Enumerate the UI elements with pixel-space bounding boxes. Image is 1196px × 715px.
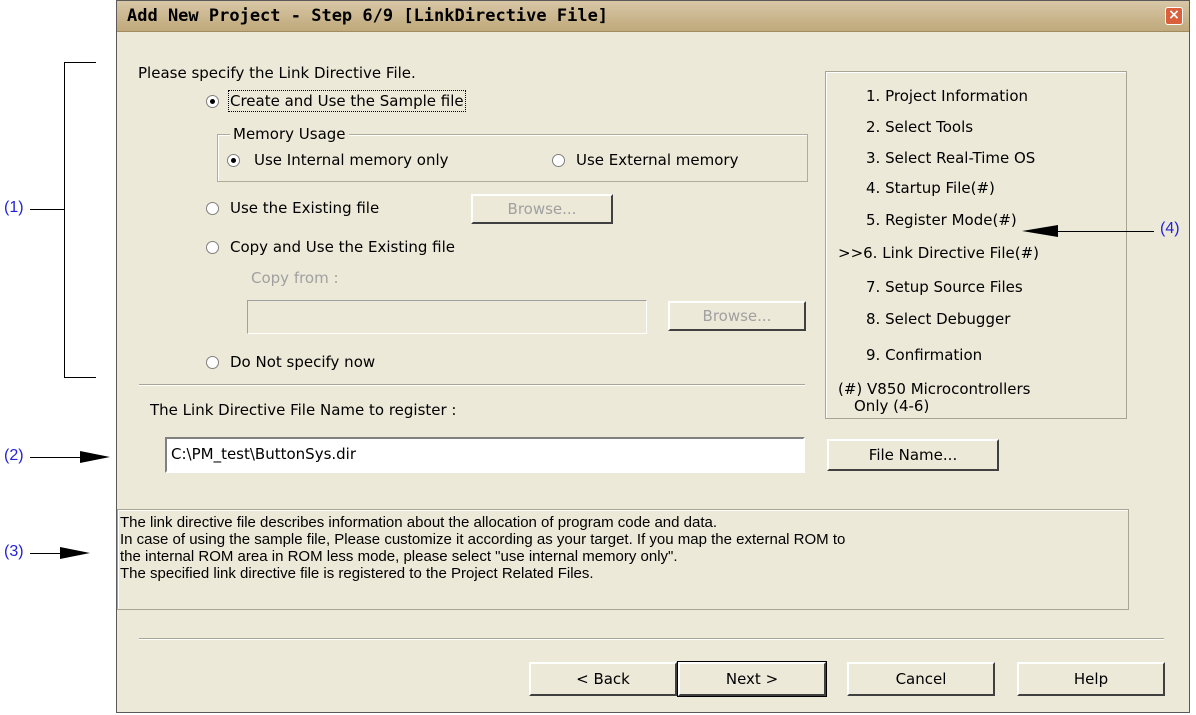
step-item: 9. Confirmation (866, 346, 983, 364)
radio-use-existing[interactable] (206, 202, 219, 215)
add-new-project-dialog: Add New Project - Step 6/9 [LinkDirectiv… (116, 0, 1190, 713)
annotation-4-label: (4) (1160, 220, 1180, 237)
radio-do-not-specify-label[interactable]: Do Not specify now (230, 353, 375, 371)
step-item: 5. Register Mode(#) (866, 211, 1017, 229)
file-name-button[interactable]: File Name... (827, 439, 999, 471)
radio-create-sample[interactable] (206, 95, 219, 108)
radio-external-memory[interactable] (552, 154, 565, 167)
close-icon[interactable]: × (1165, 7, 1183, 25)
radio-internal-memory[interactable] (227, 154, 240, 167)
link-directive-filename-input[interactable]: C:\PM_test\ButtonSys.dir (165, 437, 805, 473)
step-item: 1. Project Information (866, 87, 1028, 105)
annotation-1-bracket-bottom (64, 377, 96, 378)
radio-copy-existing-label[interactable]: Copy and Use the Existing file (230, 238, 455, 256)
prompt-text: Please specify the Link Directive File. (138, 64, 416, 82)
register-label: The Link Directive File Name to register… (150, 401, 457, 419)
radio-internal-memory-label[interactable]: Use Internal memory only (254, 151, 449, 169)
steps-footnote-line2: Only (4-6) (854, 397, 930, 415)
step-item: 3. Select Real-Time OS (866, 149, 1036, 167)
annotation-2-arrowhead (80, 451, 110, 463)
window-title: Add New Project - Step 6/9 [LinkDirectiv… (127, 6, 609, 26)
steps-panel: 1. Project Information 2. Select Tools 3… (825, 71, 1127, 419)
browse-copy-button[interactable]: Browse... (668, 301, 806, 331)
radio-create-sample-label[interactable]: Create and Use the Sample file (228, 90, 466, 112)
annotation-1-leader (30, 209, 64, 210)
step-item: 2. Select Tools (866, 118, 974, 136)
annotation-2-label: (2) (4, 447, 24, 464)
annotation-3-label: (3) (4, 543, 24, 560)
description-line: The specified link directive file is reg… (120, 565, 594, 582)
annotation-3-arrowhead (60, 547, 90, 559)
copy-from-field[interactable] (247, 300, 647, 334)
radio-use-existing-label[interactable]: Use the Existing file (230, 199, 379, 217)
annotation-1-label: (1) (4, 199, 24, 216)
description-box: The link directive file describes inform… (117, 509, 1129, 610)
description-line: the internal ROM area in ROM less mode, … (120, 548, 678, 565)
radio-do-not-specify[interactable] (206, 356, 219, 369)
section-separator (139, 384, 805, 386)
annotation-4-arrow-line (1054, 231, 1154, 232)
back-button[interactable]: < Back (529, 662, 677, 696)
next-button[interactable]: Next > (677, 661, 827, 697)
step-item: 4. Startup File(#) (866, 179, 995, 197)
help-button[interactable]: Help (1017, 662, 1165, 696)
memory-usage-label: Memory Usage (230, 125, 349, 143)
description-line: The link directive file describes inform… (120, 514, 718, 531)
step-item-current: >>6. Link Directive File(#) (838, 244, 1040, 262)
description-line: In case of using the sample file, Please… (120, 531, 846, 548)
link-directive-filename-value: C:\PM_test\ButtonSys.dir (171, 445, 357, 463)
bottom-separator (139, 638, 1164, 640)
radio-copy-existing[interactable] (206, 241, 219, 254)
annotation-1-bracket-vertical (64, 62, 65, 377)
step-item: 8. Select Debugger (866, 310, 1011, 328)
title-bar[interactable]: Add New Project - Step 6/9 [LinkDirectiv… (117, 1, 1189, 32)
annotation-4-arrowhead (1022, 225, 1058, 237)
radio-external-memory-label[interactable]: Use External memory (576, 151, 738, 169)
steps-footnote-line1: (#) V850 Microcontrollers (838, 380, 1031, 398)
annotation-1-bracket-top (64, 62, 96, 63)
copy-from-label: Copy from : (251, 269, 339, 287)
browse-existing-button[interactable]: Browse... (471, 194, 613, 224)
cancel-button[interactable]: Cancel (847, 662, 995, 696)
step-item: 7. Setup Source Files (866, 278, 1023, 296)
